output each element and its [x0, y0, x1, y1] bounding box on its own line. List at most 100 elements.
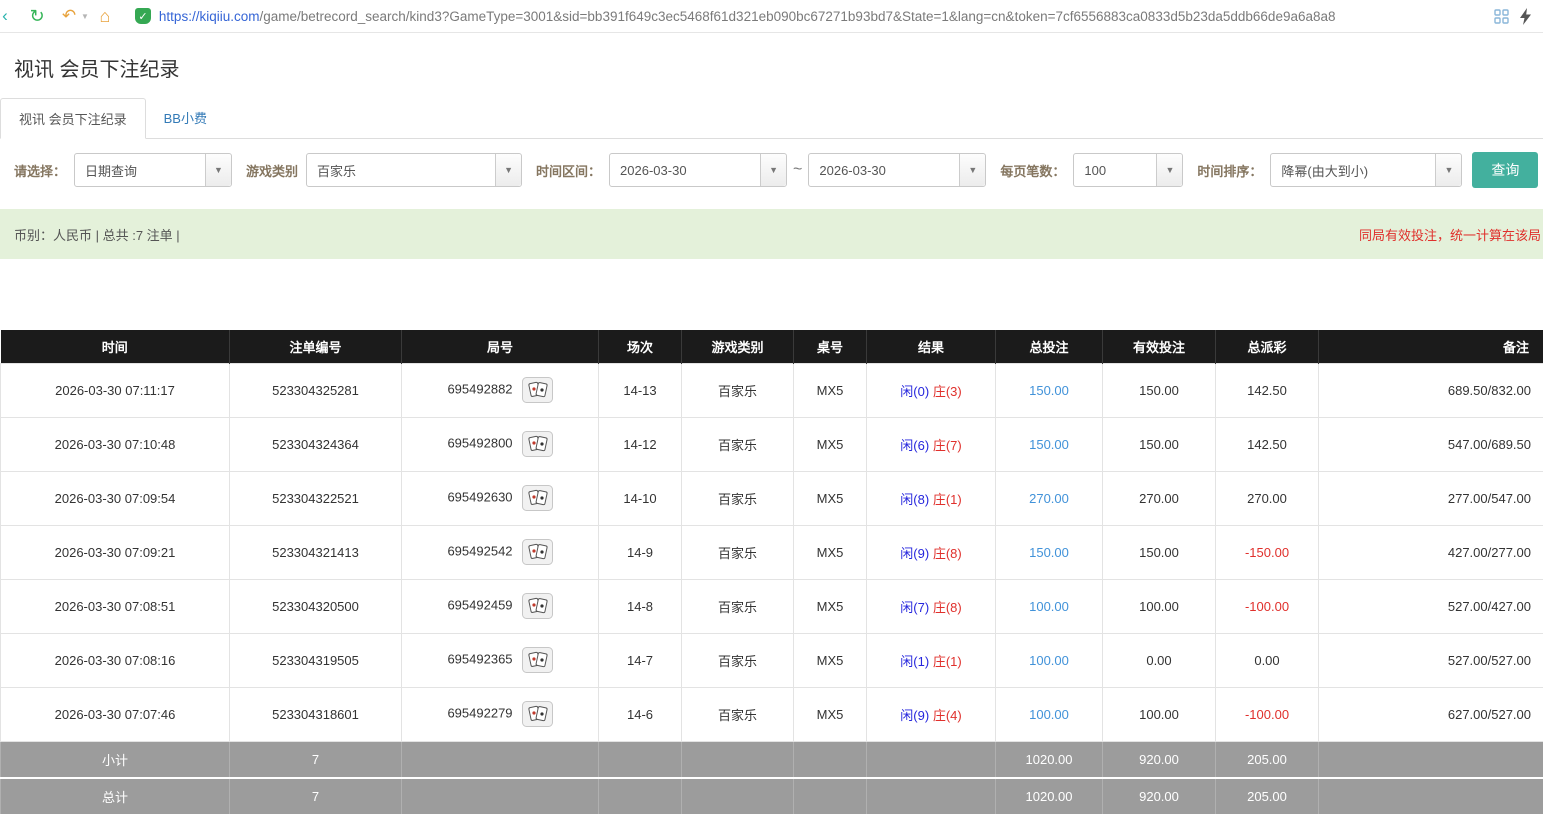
- total-bet-link[interactable]: 100.00: [1029, 707, 1069, 722]
- view-cards-icon[interactable]: [522, 647, 553, 673]
- header-session: 场次: [599, 330, 682, 363]
- cell-note: 547.00/689.50: [1319, 417, 1543, 471]
- cell-total-bet: 100.00: [996, 633, 1103, 687]
- table-row: 2026-03-30 07:09:21523304321413695492542…: [1, 525, 1543, 579]
- cell-bet-id: 523304321413: [230, 525, 402, 579]
- cell-game-type: 百家乐: [682, 471, 794, 525]
- filter-bar: 请选择： 日期查询 ▼ 游戏类别 百家乐 ▼ 时间区间： 2026-03-30 …: [0, 139, 1543, 201]
- view-cards-icon[interactable]: [522, 431, 553, 457]
- betting-records-table: 时间 注单编号 局号 场次 游戏类别 桌号 结果 总投注 有效投注 总派彩 备注…: [0, 330, 1543, 814]
- view-cards-icon[interactable]: [522, 593, 553, 619]
- cell-game-type: 百家乐: [682, 363, 794, 417]
- cell-total-bet: 270.00: [996, 471, 1103, 525]
- game-type-select[interactable]: 百家乐 ▼: [306, 153, 522, 187]
- page-size-value: 100: [1074, 163, 1156, 178]
- cell-table-no: MX5: [794, 687, 867, 741]
- page-size-select[interactable]: 100 ▼: [1073, 153, 1183, 187]
- view-cards-icon[interactable]: [522, 377, 553, 403]
- view-cards-icon[interactable]: [522, 539, 553, 565]
- subtotal-row: 小计 7 1020.00 920.00 205.00: [1, 741, 1543, 778]
- chevron-down-icon: ▼: [495, 154, 521, 186]
- cell-total-bet: 100.00: [996, 687, 1103, 741]
- cell-game-type: 百家乐: [682, 417, 794, 471]
- flash-icon[interactable]: [1515, 3, 1535, 29]
- tab-betrecord[interactable]: 视讯 会员下注纪录: [0, 98, 146, 139]
- home-icon[interactable]: ⌂: [92, 3, 118, 29]
- table-row: 2026-03-30 07:08:16523304319505695492365…: [1, 633, 1543, 687]
- browser-toolbar: ‹ ↻ ↶ ▼ ⌂ ✓ https://kiqiiu.com/game/betr…: [0, 0, 1543, 33]
- cell-game-type: 百家乐: [682, 633, 794, 687]
- url-path: /game/betrecord_search/kind3?GameType=30…: [259, 9, 1335, 24]
- result-player: 闲(8): [900, 492, 929, 507]
- total-bet-link[interactable]: 100.00: [1029, 653, 1069, 668]
- cell-note: 627.00/527.00: [1319, 687, 1543, 741]
- cell-bet-id: 523304320500: [230, 579, 402, 633]
- cell-valid-bet: 150.00: [1103, 363, 1216, 417]
- cell-session: 14-7: [599, 633, 682, 687]
- cell-note: 527.00/427.00: [1319, 579, 1543, 633]
- search-button[interactable]: 查询: [1472, 152, 1538, 188]
- total-label: 总计: [1, 778, 230, 814]
- cell-result: 闲(8) 庄(1): [867, 471, 996, 525]
- secure-shield-icon[interactable]: ✓: [135, 8, 151, 24]
- betting-table-body: 2026-03-30 07:11:17523304325281695492882…: [1, 363, 1543, 741]
- query-type-value: 日期查询: [75, 161, 205, 180]
- cell-total-bet: 150.00: [996, 417, 1103, 471]
- cell-time: 2026-03-30 07:09:54: [1, 471, 230, 525]
- cell-session: 14-13: [599, 363, 682, 417]
- cell-round: 695492279: [402, 687, 599, 741]
- table-header-row: 时间 注单编号 局号 场次 游戏类别 桌号 结果 总投注 有效投注 总派彩 备注: [1, 330, 1543, 363]
- total-bet-link[interactable]: 150.00: [1029, 383, 1069, 398]
- result-player: 闲(6): [900, 438, 929, 453]
- cell-note: 689.50/832.00: [1319, 363, 1543, 417]
- total-payout: 205.00: [1216, 778, 1319, 814]
- back-icon[interactable]: ‹: [0, 3, 18, 29]
- cell-session: 14-9: [599, 525, 682, 579]
- undo-dropdown-icon[interactable]: ▼: [81, 12, 89, 21]
- result-player: 闲(7): [900, 600, 929, 615]
- date-range-label: 时间区间：: [536, 161, 601, 180]
- chevron-down-icon: ▼: [959, 154, 985, 186]
- total-count: 7: [230, 778, 402, 814]
- cell-table-no: MX5: [794, 471, 867, 525]
- cell-bet-id: 523304325281: [230, 363, 402, 417]
- cell-round: 695492542: [402, 525, 599, 579]
- cell-payout: 142.50: [1216, 363, 1319, 417]
- result-banker: 庄(8): [933, 546, 962, 561]
- currency-total-text: 币别：人民币 | 总共 :7 注单 |: [14, 225, 180, 244]
- table-row: 2026-03-30 07:11:17523304325281695492882…: [1, 363, 1543, 417]
- header-total-bet: 总投注: [996, 330, 1103, 363]
- cell-valid-bet: 100.00: [1103, 579, 1216, 633]
- header-note: 备注: [1319, 330, 1543, 363]
- chevron-down-icon: ▼: [1156, 154, 1182, 186]
- tab-bb-tip[interactable]: BB小费: [146, 98, 225, 138]
- address-bar[interactable]: https://kiqiiu.com/game/betrecord_search…: [159, 9, 1485, 24]
- game-type-label: 游戏类别: [246, 161, 298, 180]
- total-bet-link[interactable]: 270.00: [1029, 491, 1069, 506]
- total-row: 总计 7 1020.00 920.00 205.00: [1, 778, 1543, 814]
- cell-total-bet: 150.00: [996, 363, 1103, 417]
- cell-bet-id: 523304324364: [230, 417, 402, 471]
- chevron-down-icon: ▼: [205, 154, 231, 186]
- query-type-select[interactable]: 日期查询 ▼: [74, 153, 232, 187]
- total-bet-link[interactable]: 100.00: [1029, 599, 1069, 614]
- cell-time: 2026-03-30 07:07:46: [1, 687, 230, 741]
- header-time: 时间: [1, 330, 230, 363]
- view-cards-icon[interactable]: [522, 485, 553, 511]
- total-bet-link[interactable]: 150.00: [1029, 437, 1069, 452]
- refresh-icon[interactable]: ↻: [24, 3, 50, 29]
- cell-result: 闲(0) 庄(3): [867, 363, 996, 417]
- date-to-select[interactable]: 2026-03-30 ▼: [808, 153, 986, 187]
- time-sort-select[interactable]: 降幂(由大到小) ▼: [1270, 153, 1462, 187]
- view-cards-icon[interactable]: [522, 701, 553, 727]
- undo-icon[interactable]: ↶: [56, 3, 82, 29]
- cell-valid-bet: 150.00: [1103, 525, 1216, 579]
- cell-payout: 270.00: [1216, 471, 1319, 525]
- date-from-select[interactable]: 2026-03-30 ▼: [609, 153, 787, 187]
- cell-valid-bet: 150.00: [1103, 417, 1216, 471]
- total-bet-link[interactable]: 150.00: [1029, 545, 1069, 560]
- cell-total-bet: 150.00: [996, 525, 1103, 579]
- summary-bar: 币别：人民币 | 总共 :7 注单 | 同局有效投注，统一计算在该局: [0, 209, 1543, 259]
- speed-dial-icon[interactable]: [1491, 3, 1511, 29]
- subtotal-payout: 205.00: [1216, 741, 1319, 778]
